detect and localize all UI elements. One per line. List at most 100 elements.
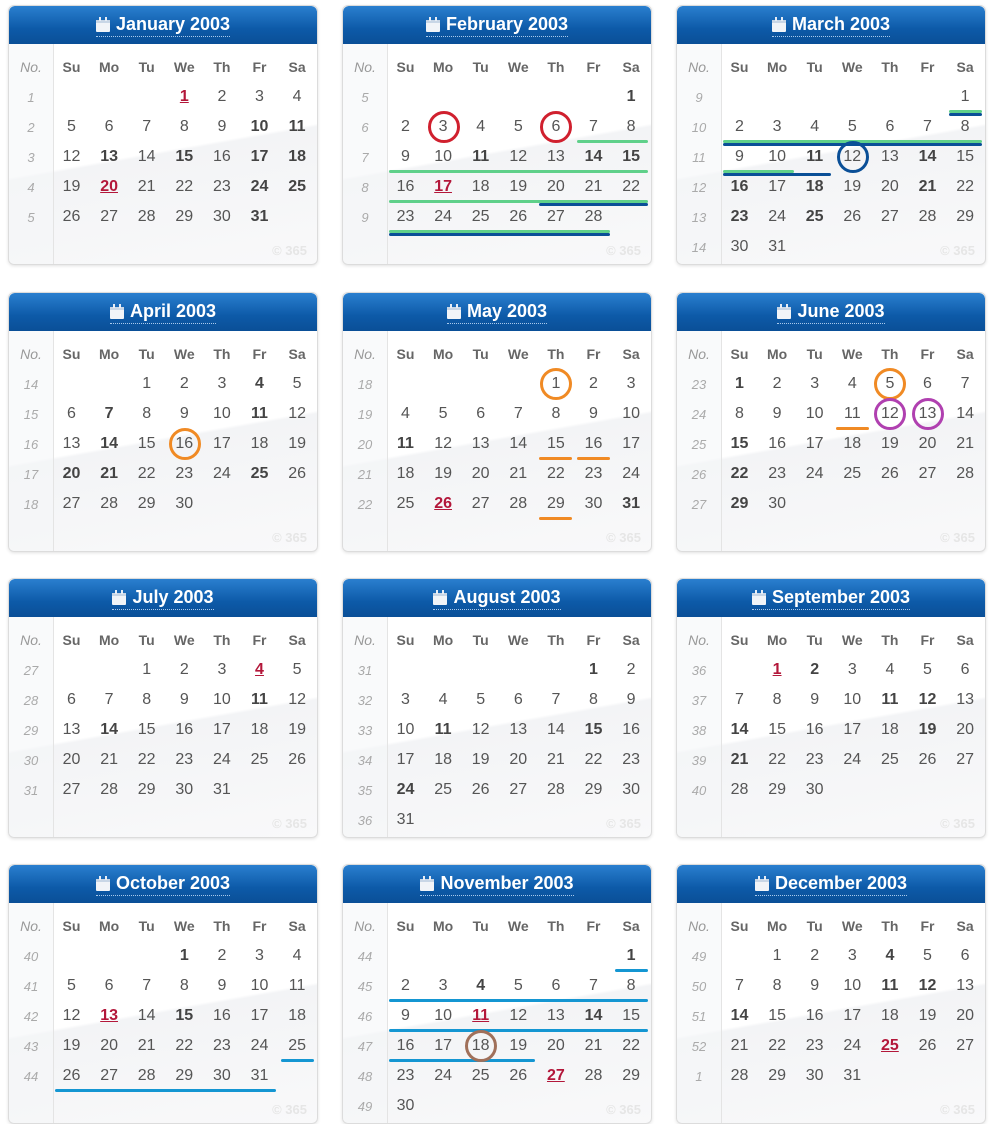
day-cell[interactable]: 25 bbox=[425, 781, 462, 799]
day-cell[interactable]: 31 bbox=[834, 1067, 871, 1085]
day-cell[interactable]: 1 bbox=[128, 661, 165, 679]
day-cell[interactable]: 9 bbox=[387, 1007, 424, 1025]
day-cell[interactable]: 27 bbox=[91, 208, 128, 226]
day-cell[interactable]: 19 bbox=[279, 721, 316, 739]
day-cell[interactable]: 26 bbox=[909, 1037, 946, 1055]
day-cell[interactable]: 28 bbox=[500, 495, 537, 513]
day-cell[interactable]: 29 bbox=[721, 495, 758, 513]
day-cell[interactable]: 28 bbox=[91, 495, 128, 513]
day-cell[interactable]: 10 bbox=[241, 118, 278, 136]
day-cell[interactable]: 16 bbox=[203, 1007, 240, 1025]
day-cell[interactable]: 17 bbox=[425, 178, 462, 196]
day-cell[interactable]: 6 bbox=[53, 691, 90, 709]
day-cell[interactable]: 9 bbox=[387, 148, 424, 166]
day-cell[interactable]: 18 bbox=[796, 178, 833, 196]
day-cell[interactable]: 28 bbox=[575, 208, 612, 226]
day-cell[interactable]: 20 bbox=[91, 1037, 128, 1055]
day-cell[interactable]: 6 bbox=[537, 977, 574, 995]
day-cell[interactable]: 31 bbox=[241, 208, 278, 226]
day-cell[interactable]: 23 bbox=[721, 208, 758, 226]
day-cell[interactable]: 8 bbox=[759, 691, 796, 709]
day-cell[interactable]: 13 bbox=[53, 435, 90, 453]
day-cell[interactable]: 23 bbox=[575, 465, 612, 483]
day-cell[interactable]: 27 bbox=[871, 208, 908, 226]
day-cell[interactable]: 17 bbox=[241, 148, 278, 166]
day-cell[interactable]: 6 bbox=[53, 405, 90, 423]
day-cell[interactable]: 26 bbox=[462, 781, 499, 799]
day-cell[interactable]: 9 bbox=[759, 405, 796, 423]
day-cell[interactable]: 17 bbox=[759, 178, 796, 196]
day-cell[interactable]: 30 bbox=[796, 1067, 833, 1085]
day-cell[interactable]: 15 bbox=[166, 1007, 203, 1025]
day-cell[interactable]: 3 bbox=[387, 691, 424, 709]
day-cell[interactable]: 1 bbox=[947, 88, 984, 106]
day-cell[interactable]: 27 bbox=[500, 781, 537, 799]
day-cell[interactable]: 25 bbox=[387, 495, 424, 513]
day-cell[interactable]: 7 bbox=[721, 691, 758, 709]
day-cell[interactable]: 12 bbox=[425, 435, 462, 453]
day-cell[interactable]: 23 bbox=[759, 465, 796, 483]
day-cell[interactable]: 26 bbox=[425, 495, 462, 513]
day-cell[interactable]: 28 bbox=[128, 1067, 165, 1085]
day-cell[interactable]: 4 bbox=[462, 977, 499, 995]
day-cell[interactable]: 9 bbox=[796, 977, 833, 995]
day-cell[interactable]: 15 bbox=[721, 435, 758, 453]
day-cell[interactable]: 16 bbox=[759, 435, 796, 453]
day-cell[interactable]: 9 bbox=[613, 691, 650, 709]
day-cell[interactable]: 14 bbox=[575, 148, 612, 166]
day-cell[interactable]: 11 bbox=[387, 435, 424, 453]
day-cell[interactable]: 22 bbox=[947, 178, 984, 196]
day-cell[interactable]: 17 bbox=[387, 751, 424, 769]
day-cell[interactable]: 19 bbox=[500, 1037, 537, 1055]
day-cell[interactable]: 1 bbox=[759, 661, 796, 679]
day-cell[interactable]: 11 bbox=[279, 977, 316, 995]
day-cell[interactable]: 12 bbox=[53, 148, 90, 166]
day-cell[interactable]: 20 bbox=[947, 1007, 984, 1025]
day-cell[interactable]: 9 bbox=[203, 977, 240, 995]
day-cell[interactable]: 17 bbox=[203, 721, 240, 739]
day-cell[interactable]: 26 bbox=[279, 465, 316, 483]
day-cell[interactable]: 27 bbox=[947, 751, 984, 769]
day-cell[interactable]: 4 bbox=[241, 375, 278, 393]
day-cell[interactable]: 18 bbox=[871, 1007, 908, 1025]
day-cell[interactable]: 20 bbox=[947, 721, 984, 739]
month-header[interactable]: December 2003 bbox=[677, 865, 985, 903]
day-cell[interactable]: 22 bbox=[759, 751, 796, 769]
day-cell[interactable]: 3 bbox=[203, 661, 240, 679]
day-cell[interactable]: 5 bbox=[909, 947, 946, 965]
day-cell[interactable]: 2 bbox=[203, 88, 240, 106]
month-title-link[interactable]: March 2003 bbox=[771, 14, 891, 37]
day-cell[interactable]: 29 bbox=[575, 781, 612, 799]
day-cell[interactable]: 3 bbox=[613, 375, 650, 393]
day-cell[interactable]: 15 bbox=[613, 1007, 650, 1025]
month-header[interactable]: August 2003 bbox=[343, 579, 651, 617]
day-cell[interactable]: 24 bbox=[613, 465, 650, 483]
day-cell[interactable]: 22 bbox=[613, 178, 650, 196]
day-cell[interactable]: 17 bbox=[241, 1007, 278, 1025]
day-cell[interactable]: 8 bbox=[166, 977, 203, 995]
month-header[interactable]: January 2003 bbox=[9, 6, 317, 44]
day-cell[interactable]: 2 bbox=[166, 375, 203, 393]
day-cell[interactable]: 1 bbox=[575, 661, 612, 679]
day-cell[interactable]: 18 bbox=[462, 178, 499, 196]
day-cell[interactable]: 5 bbox=[462, 691, 499, 709]
day-cell[interactable]: 3 bbox=[759, 118, 796, 136]
day-cell[interactable]: 27 bbox=[462, 495, 499, 513]
day-cell[interactable]: 6 bbox=[91, 977, 128, 995]
day-cell[interactable]: 23 bbox=[613, 751, 650, 769]
day-cell[interactable]: 22 bbox=[128, 465, 165, 483]
day-cell[interactable]: 11 bbox=[425, 721, 462, 739]
day-cell[interactable]: 16 bbox=[203, 148, 240, 166]
day-cell[interactable]: 7 bbox=[91, 691, 128, 709]
day-cell[interactable]: 13 bbox=[537, 1007, 574, 1025]
day-cell[interactable]: 24 bbox=[425, 208, 462, 226]
day-cell[interactable]: 1 bbox=[759, 947, 796, 965]
day-cell[interactable]: 7 bbox=[128, 118, 165, 136]
day-cell[interactable]: 13 bbox=[537, 148, 574, 166]
month-title-link[interactable]: November 2003 bbox=[420, 873, 574, 896]
day-cell[interactable]: 19 bbox=[462, 751, 499, 769]
day-cell[interactable]: 9 bbox=[166, 691, 203, 709]
day-cell[interactable]: 17 bbox=[425, 1037, 462, 1055]
day-cell[interactable]: 25 bbox=[834, 465, 871, 483]
day-cell[interactable]: 28 bbox=[575, 1067, 612, 1085]
